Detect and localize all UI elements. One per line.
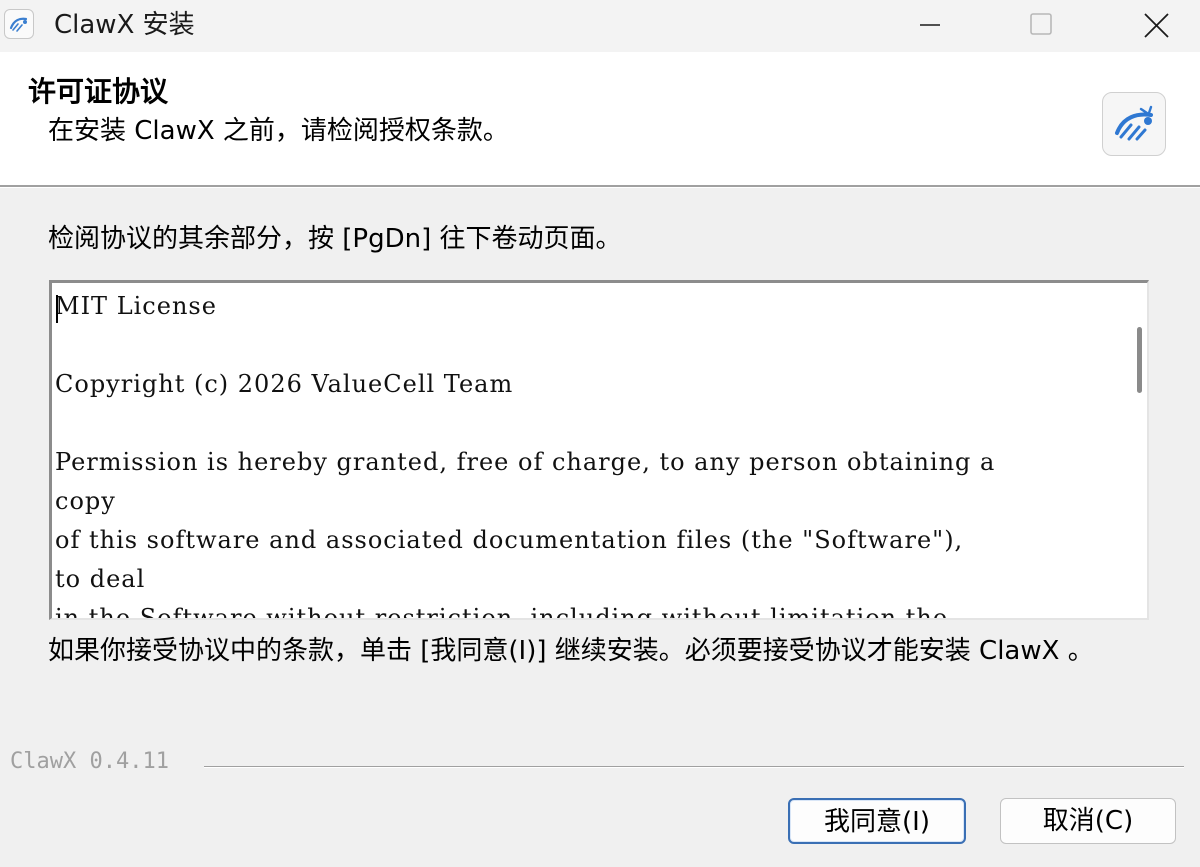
scroll-instruction: 检阅协议的其余部分，按 [PgDn] 往下卷动页面。 <box>48 224 622 254</box>
accept-instruction: 如果你接受协议中的条款，单击 [我同意(I)] 继续安装。必须要接受协议才能安装… <box>48 636 1094 666</box>
license-line: copy <box>55 487 116 515</box>
page-subtitle: 在安装 ClawX 之前，请检阅授权条款。 <box>48 116 509 146</box>
license-scrollbar[interactable] <box>1117 283 1147 618</box>
title-bar[interactable]: ClawX 安装 <box>0 0 1200 52</box>
installer-window: ClawX 安装 许可证协议 在安装 ClawX 之前，请检阅授权条款。 检阅协… <box>0 0 1200 867</box>
maximize-button[interactable] <box>1010 0 1070 52</box>
window-title: ClawX 安装 <box>54 10 195 40</box>
footer-divider <box>204 766 1184 768</box>
license-line: to deal <box>55 565 146 593</box>
license-line: MIT License <box>55 292 217 320</box>
page-title: 许可证协议 <box>28 75 169 108</box>
license-line: in the Software without restriction, inc… <box>55 604 949 620</box>
cancel-button[interactable]: 取消(C) <box>1000 798 1176 844</box>
license-textbox[interactable]: MIT License Copyright (c) 2026 ValueCell… <box>49 280 1149 620</box>
agree-button[interactable]: 我同意(I) <box>788 798 966 844</box>
license-line: Copyright (c) 2026 ValueCell Team <box>55 370 514 398</box>
minimize-button[interactable] <box>900 0 960 52</box>
scrollbar-thumb[interactable] <box>1137 327 1142 393</box>
text-caret <box>56 295 58 323</box>
clawx-logo-icon <box>1102 92 1166 156</box>
header-panel: 许可证协议 在安装 ClawX 之前，请检阅授权条款。 <box>0 52 1200 185</box>
license-line: Permission is hereby granted, free of ch… <box>55 448 996 476</box>
close-icon <box>1144 13 1169 38</box>
close-button[interactable] <box>1124 0 1184 52</box>
license-text[interactable]: MIT License Copyright (c) 2026 ValueCell… <box>55 287 1105 620</box>
maximize-icon <box>1030 13 1052 35</box>
license-line: of this software and associated document… <box>55 526 964 554</box>
header-divider-highlight <box>0 187 1200 188</box>
minimize-icon <box>920 24 940 26</box>
app-icon <box>4 9 34 39</box>
version-label: ClawX 0.4.11 <box>10 749 169 774</box>
